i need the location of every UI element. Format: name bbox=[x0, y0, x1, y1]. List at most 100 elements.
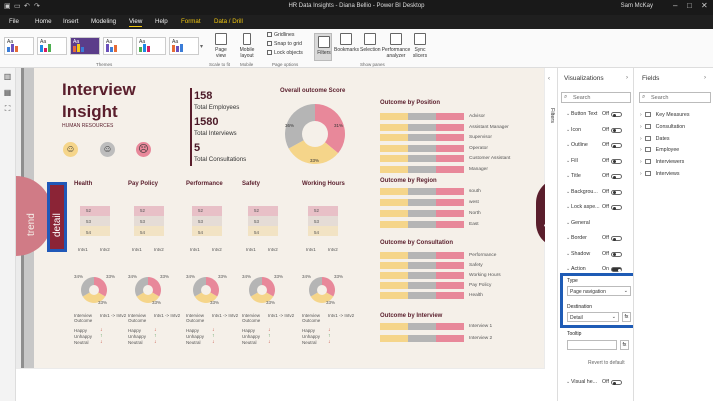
tooltip-input[interactable] bbox=[567, 340, 617, 350]
region-row-unhappy-segment bbox=[436, 199, 464, 206]
performance-analyzer-button[interactable]: Performance analyzer bbox=[381, 33, 411, 59]
prop-value: Off bbox=[602, 173, 609, 179]
interview-row-bar bbox=[380, 323, 464, 330]
bookmarks-pane-button[interactable]: Bookmarks bbox=[334, 33, 359, 53]
fields-collapse-icon[interactable]: › bbox=[704, 75, 706, 81]
toggle-knob bbox=[613, 253, 616, 256]
field-table-item[interactable]: › Employee bbox=[640, 147, 679, 153]
interview-row-neutral-segment bbox=[408, 334, 436, 342]
toggle-switch[interactable] bbox=[611, 236, 622, 241]
theme-1[interactable]: Aa bbox=[4, 37, 34, 55]
minimize-icon[interactable]: – bbox=[673, 1, 677, 10]
gridlines-checkbox[interactable]: Gridlines bbox=[267, 32, 294, 38]
detail-tab-button[interactable]: detail bbox=[47, 182, 67, 252]
consultation-row-happy-segment bbox=[380, 282, 408, 289]
prop-general[interactable]: ⌄ General bbox=[566, 218, 632, 230]
prop-visual-header[interactable]: ⌄ Visual he... Off bbox=[566, 377, 632, 389]
page-view-icon bbox=[215, 33, 227, 45]
selection-pane-button[interactable]: Selection bbox=[360, 33, 381, 53]
filters-pane-button[interactable]: Filters bbox=[314, 33, 332, 61]
visualizations-search-input[interactable]: ⌕ Search bbox=[561, 92, 631, 103]
toggle-switch[interactable] bbox=[611, 267, 622, 272]
prop-lock-aspe-[interactable]: ⌄ Lock aspe... Off bbox=[566, 202, 632, 214]
toggle-switch[interactable] bbox=[611, 143, 622, 148]
trend-band bbox=[134, 206, 164, 216]
report-view-icon[interactable]: ▥ bbox=[3, 73, 12, 81]
region-row-bar bbox=[380, 221, 464, 228]
menu-format[interactable]: Format bbox=[181, 18, 201, 25]
field-table-item[interactable]: › Consultation bbox=[640, 123, 685, 130]
prop-backgrou-[interactable]: ⌄ Backgrou... Off bbox=[566, 187, 632, 199]
toggle-switch[interactable] bbox=[611, 127, 622, 133]
field-table-item[interactable]: › Key Measures bbox=[640, 112, 690, 118]
outcome-word: Neutral bbox=[186, 340, 201, 345]
close-icon[interactable]: ✕ bbox=[701, 1, 708, 10]
revert-to-default-link[interactable]: Revert to default bbox=[588, 360, 625, 366]
lock-objects-checkbox[interactable]: Lock objects bbox=[267, 50, 303, 56]
prop-border[interactable]: ⌄ Border Off bbox=[566, 233, 632, 245]
theme-5[interactable]: Aa bbox=[136, 37, 166, 55]
menu-home[interactable]: Home bbox=[35, 18, 52, 25]
mini-x-label: Intv1 bbox=[306, 247, 316, 252]
destination-dropdown[interactable]: Detail ⌄ bbox=[567, 312, 619, 322]
field-table-item[interactable]: › Interviewers bbox=[640, 159, 684, 165]
mini-pie-hole bbox=[143, 285, 153, 295]
prop-title[interactable]: ⌄ Title Off bbox=[566, 171, 632, 183]
sync-slicers-button[interactable]: Sync slicers bbox=[412, 33, 428, 59]
prop-icon[interactable]: ⌄ Icon Off bbox=[566, 125, 632, 137]
menu-view[interactable]: View bbox=[129, 18, 143, 27]
collapse-right-icon[interactable]: › bbox=[626, 75, 628, 81]
mini-x-label: Intv2 bbox=[212, 247, 222, 252]
trend-band bbox=[192, 206, 222, 216]
mini-pie-pct: 33% bbox=[274, 274, 284, 279]
action-settings-highlight: Type Page navigation ⌄ Destination Detail… bbox=[560, 273, 637, 328]
filters-pane-collapsed[interactable]: ‹ Filters bbox=[545, 68, 558, 401]
theme-3[interactable]: Aa bbox=[70, 37, 100, 55]
fields-search-input[interactable]: ⌕ Search bbox=[639, 92, 711, 103]
prop-button-text[interactable]: ⌄ Button Text Off bbox=[566, 109, 632, 121]
theme-4[interactable]: Aa bbox=[103, 37, 133, 55]
prop-shadow[interactable]: ⌄ Shadow Off bbox=[566, 249, 632, 261]
mini-x-label: Intv2 bbox=[268, 247, 278, 252]
data-view-icon[interactable]: ▦ bbox=[3, 89, 12, 97]
page-view-button[interactable]: Page view bbox=[210, 33, 232, 59]
theme-6[interactable]: Aa bbox=[169, 37, 199, 55]
snap-to-grid-checkbox[interactable]: Snap to grid bbox=[267, 41, 302, 47]
maximize-icon[interactable]: □ bbox=[687, 1, 692, 10]
region-row-happy-segment bbox=[380, 188, 408, 195]
position-row-bar bbox=[380, 165, 464, 173]
toggle-knob bbox=[613, 129, 616, 132]
filter-icon bbox=[318, 36, 330, 48]
fx-button[interactable]: fx bbox=[622, 312, 631, 322]
position-row-happy-segment bbox=[380, 123, 408, 131]
type-dropdown[interactable]: Page navigation ⌄ bbox=[567, 286, 631, 296]
toggle-switch[interactable] bbox=[611, 205, 622, 210]
mobile-layout-button[interactable]: Mobile layout bbox=[236, 33, 258, 59]
menu-modeling[interactable]: Modeling bbox=[91, 18, 116, 25]
toggle-switch[interactable] bbox=[611, 112, 622, 117]
menu-data-drill[interactable]: Data / Drill bbox=[214, 18, 243, 25]
model-view-icon[interactable]: ⛶ bbox=[3, 105, 12, 113]
menu-insert[interactable]: Insert bbox=[63, 18, 78, 25]
tooltip-fx-button[interactable]: fx bbox=[620, 340, 629, 350]
field-table-item[interactable]: › Interviews bbox=[640, 171, 680, 177]
prop-fill[interactable]: ⌄ Fill Off bbox=[566, 156, 632, 168]
mini-pie-hole bbox=[257, 285, 267, 295]
collapse-left-icon[interactable]: ‹ bbox=[548, 76, 550, 82]
prop-outline[interactable]: ⌄ Outline Off bbox=[566, 140, 632, 152]
toggle-switch[interactable] bbox=[611, 174, 622, 179]
menu-file[interactable]: File bbox=[9, 18, 19, 25]
tooltip-label: Tooltip bbox=[567, 331, 582, 337]
mini-x-label: Intv2 bbox=[328, 247, 338, 252]
field-table-item[interactable]: › Dates bbox=[640, 135, 670, 142]
prop-name: Shadow bbox=[571, 250, 591, 257]
toggle-switch[interactable] bbox=[611, 158, 622, 164]
theme-2[interactable]: Aa bbox=[37, 37, 67, 55]
chevron-right-icon: › bbox=[640, 112, 642, 118]
toggle-switch[interactable] bbox=[611, 251, 622, 257]
consultation-row-unhappy-segment bbox=[436, 272, 464, 279]
menu-help[interactable]: Help bbox=[155, 18, 168, 25]
themes-expand-icon[interactable]: ▾ bbox=[200, 43, 203, 50]
chevron-right-icon: › bbox=[640, 171, 642, 177]
toggle-switch[interactable] bbox=[611, 189, 622, 195]
